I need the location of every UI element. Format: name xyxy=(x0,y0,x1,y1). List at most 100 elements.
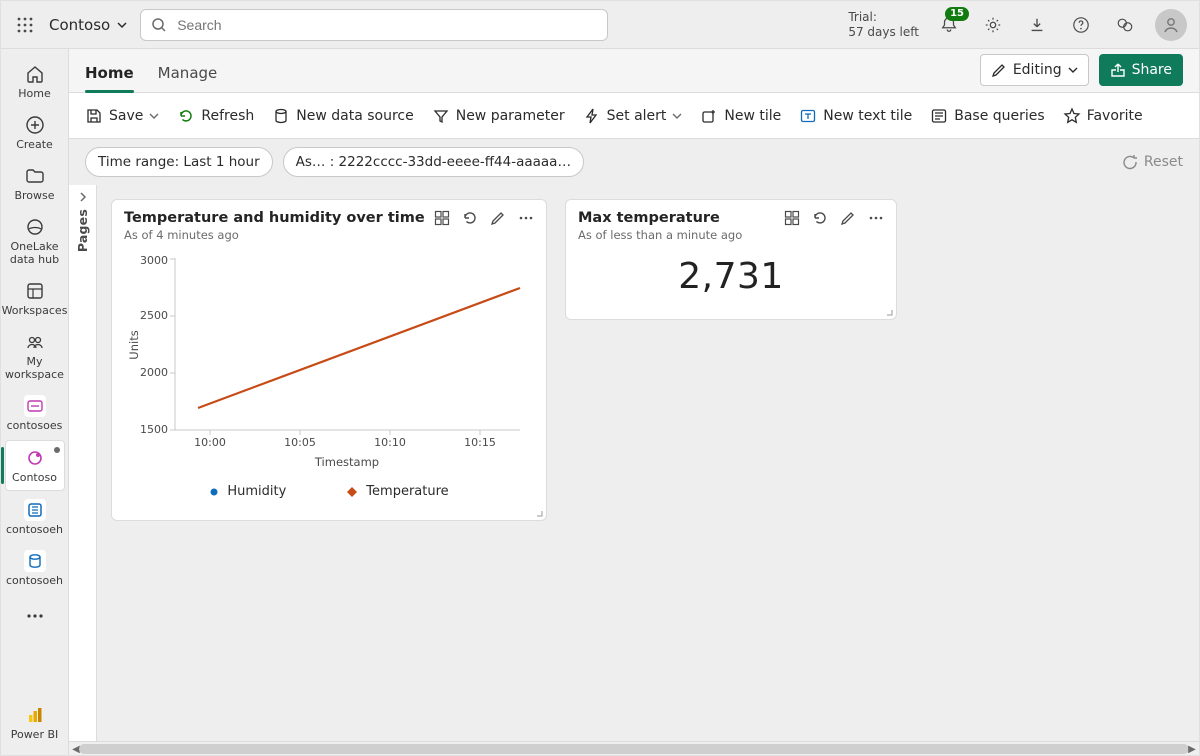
nav-powerbi[interactable]: Power BI xyxy=(5,698,65,747)
favorite-button[interactable]: Favorite xyxy=(1063,107,1143,125)
share-button[interactable]: Share xyxy=(1099,54,1183,86)
nav-create[interactable]: Create xyxy=(5,108,65,157)
stat-card: Max temperature As of less than a minute… xyxy=(565,199,897,320)
edit-tile-icon[interactable] xyxy=(840,210,856,226)
tab-manage[interactable]: Manage xyxy=(158,54,218,92)
plus-circle-icon xyxy=(24,114,46,136)
nav-workspaces[interactable]: Workspaces xyxy=(5,274,65,323)
edit-tile-icon[interactable] xyxy=(490,210,506,226)
reset-button[interactable]: Reset xyxy=(1122,154,1183,170)
time-range-pill[interactable]: Time range: Last 1 hour xyxy=(85,147,273,177)
chevron-down-icon xyxy=(116,19,128,31)
resize-handle-icon[interactable] xyxy=(533,507,543,517)
horizontal-scrollbar[interactable]: ◀ ▶ xyxy=(69,741,1199,755)
person-icon xyxy=(1161,15,1181,35)
powerbi-icon xyxy=(24,704,46,726)
refresh-icon xyxy=(177,107,195,125)
legend-humidity[interactable]: Humidity xyxy=(209,484,286,499)
star-icon xyxy=(1063,107,1081,125)
download-button[interactable] xyxy=(1023,11,1051,39)
more-icon xyxy=(24,605,46,627)
nav-contosoes[interactable]: contosoes xyxy=(5,389,65,438)
new-tile-button[interactable]: New tile xyxy=(700,107,781,125)
trial-status: Trial: 57 days left xyxy=(848,10,919,39)
refresh-button[interactable]: Refresh xyxy=(177,107,254,125)
scrollbar-thumb[interactable] xyxy=(79,744,1189,754)
share-icon xyxy=(1110,62,1126,78)
scroll-right-icon[interactable]: ▶ xyxy=(1185,742,1199,756)
left-nav: Home Create Browse OneLake data hub Work… xyxy=(1,49,69,755)
app-launcher-icon[interactable] xyxy=(13,13,37,37)
reset-icon xyxy=(1122,154,1138,170)
set-alert-button[interactable]: Set alert xyxy=(583,107,683,125)
save-button[interactable]: Save xyxy=(85,107,159,125)
eventhouse-icon xyxy=(24,499,46,521)
svg-text:3000: 3000 xyxy=(140,254,168,267)
save-icon xyxy=(85,107,103,125)
tile-more-icon[interactable] xyxy=(518,215,534,221)
filter-bar: Time range: Last 1 hour As… : 2222cccc-3… xyxy=(69,139,1199,185)
svg-text:10:10: 10:10 xyxy=(374,436,406,449)
feedback-button[interactable] xyxy=(1111,11,1139,39)
smiley-icon xyxy=(1116,16,1134,34)
chart-legend: Humidity Temperature xyxy=(120,478,538,507)
chevron-down-icon xyxy=(1068,65,1078,75)
y-axis-label: Units xyxy=(127,330,141,359)
onelake-icon xyxy=(24,216,46,238)
editing-mode-button[interactable]: Editing xyxy=(980,54,1089,86)
account-avatar[interactable] xyxy=(1155,9,1187,41)
chart-card: Temperature and humidity over time As of… xyxy=(111,199,547,521)
stat-subtitle: As of less than a minute ago xyxy=(578,228,742,242)
nav-onelake[interactable]: OneLake data hub xyxy=(5,210,65,272)
base-queries-button[interactable]: Base queries xyxy=(930,107,1044,125)
nav-home[interactable]: Home xyxy=(5,57,65,106)
chart-subtitle: As of 4 minutes ago xyxy=(124,228,425,242)
text-tile-icon xyxy=(799,107,817,125)
search-box[interactable] xyxy=(140,9,608,41)
chart-title: Temperature and humidity over time xyxy=(124,210,425,226)
tab-home[interactable]: Home xyxy=(85,54,134,92)
nav-contoso-active[interactable]: Contoso xyxy=(5,440,65,491)
stat-title: Max temperature xyxy=(578,210,742,226)
pencil-icon xyxy=(991,62,1007,78)
nav-browse[interactable]: Browse xyxy=(5,159,65,208)
workspaces-icon xyxy=(24,280,46,302)
nav-my-workspace[interactable]: My workspace xyxy=(5,325,65,387)
explore-icon[interactable] xyxy=(434,210,450,226)
tile-more-icon[interactable] xyxy=(868,215,884,221)
stat-value: 2,731 xyxy=(566,246,896,319)
settings-button[interactable] xyxy=(979,11,1007,39)
refresh-tile-icon[interactable] xyxy=(812,210,828,226)
notification-badge: 15 xyxy=(945,7,969,21)
svg-text:10:15: 10:15 xyxy=(464,436,496,449)
eventstream-icon xyxy=(24,395,46,417)
unsaved-dot-icon xyxy=(54,447,60,453)
resize-handle-icon[interactable] xyxy=(883,306,893,316)
svg-text:10:00: 10:00 xyxy=(194,436,226,449)
explore-icon[interactable] xyxy=(784,210,800,226)
refresh-tile-icon[interactable] xyxy=(462,210,478,226)
new-text-tile-button[interactable]: New text tile xyxy=(799,107,912,125)
chevron-down-icon xyxy=(149,111,159,121)
nav-contosoeh-1[interactable]: contosoeh xyxy=(5,493,65,542)
nav-more[interactable] xyxy=(5,599,65,633)
search-input[interactable] xyxy=(175,16,597,34)
new-data-source-button[interactable]: New data source xyxy=(272,107,413,125)
gear-icon xyxy=(984,16,1002,34)
queries-icon xyxy=(930,107,948,125)
workspace-switcher[interactable]: Contoso xyxy=(49,16,128,34)
diamond-marker-icon xyxy=(346,486,358,498)
asset-pill[interactable]: As… : 2222cccc-33dd-eeee-ff44-aaaaa… xyxy=(283,147,584,177)
pages-rail[interactable]: Pages xyxy=(69,185,97,741)
new-parameter-button[interactable]: New parameter xyxy=(432,107,565,125)
legend-temperature[interactable]: Temperature xyxy=(346,484,448,499)
help-button[interactable] xyxy=(1067,11,1095,39)
toolbar: Save Refresh New data source New paramet… xyxy=(69,93,1199,139)
nav-contosoeh-2[interactable]: contosoeh xyxy=(5,544,65,593)
filter-icon xyxy=(432,107,450,125)
download-icon xyxy=(1028,16,1046,34)
svg-text:10:05: 10:05 xyxy=(284,436,316,449)
notifications-button[interactable]: 15 xyxy=(935,11,963,39)
database-icon xyxy=(272,107,290,125)
chevron-down-icon xyxy=(672,111,682,121)
